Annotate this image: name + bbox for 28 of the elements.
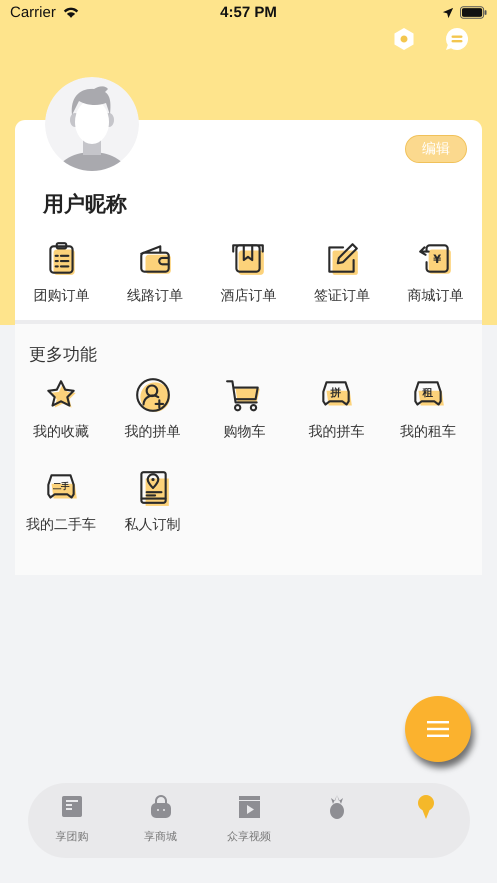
menu-button[interactable] [405, 696, 471, 762]
settings-icon [392, 26, 416, 50]
menu-icon [427, 720, 449, 738]
feature-item[interactable]: 拼 我的拼车 [290, 376, 382, 441]
order-item[interactable]: ¥ 商城订单 [388, 240, 482, 305]
order-item[interactable]: 酒店订单 [202, 240, 296, 305]
feature-item[interactable]: 我的收藏 [15, 376, 107, 441]
tab-item[interactable]: 众享视频 [204, 783, 294, 844]
feature-item[interactable]: 私人订制 [106, 469, 199, 534]
battery-icon [460, 6, 487, 19]
carrier-label: Carrier [10, 4, 56, 21]
wifi-icon [62, 6, 80, 19]
feature-item[interactable]: 租 我的租车 [382, 376, 474, 441]
section-title: 更多功能 [29, 344, 98, 366]
message-icon [445, 26, 469, 50]
message-button[interactable] [445, 26, 470, 51]
tab-item[interactable]: 享商城 [116, 783, 205, 844]
clock-time: 4:57 PM [220, 4, 277, 21]
order-item[interactable]: 签证订单 [295, 240, 389, 305]
feature-item[interactable]: 我的拼单 [106, 376, 199, 441]
order-item[interactable]: 团购订单 [15, 240, 108, 305]
user-add-icon [134, 376, 172, 414]
user-nickname: 用户昵称 [43, 191, 128, 218]
tab-item[interactable]: 享团购 [28, 783, 116, 844]
feature-item[interactable]: 二手 我的二手车 [15, 469, 107, 534]
location-icon [442, 6, 454, 18]
order-item[interactable]: 线路订单 [108, 240, 202, 305]
feature-item[interactable]: 购物车 [198, 376, 290, 441]
